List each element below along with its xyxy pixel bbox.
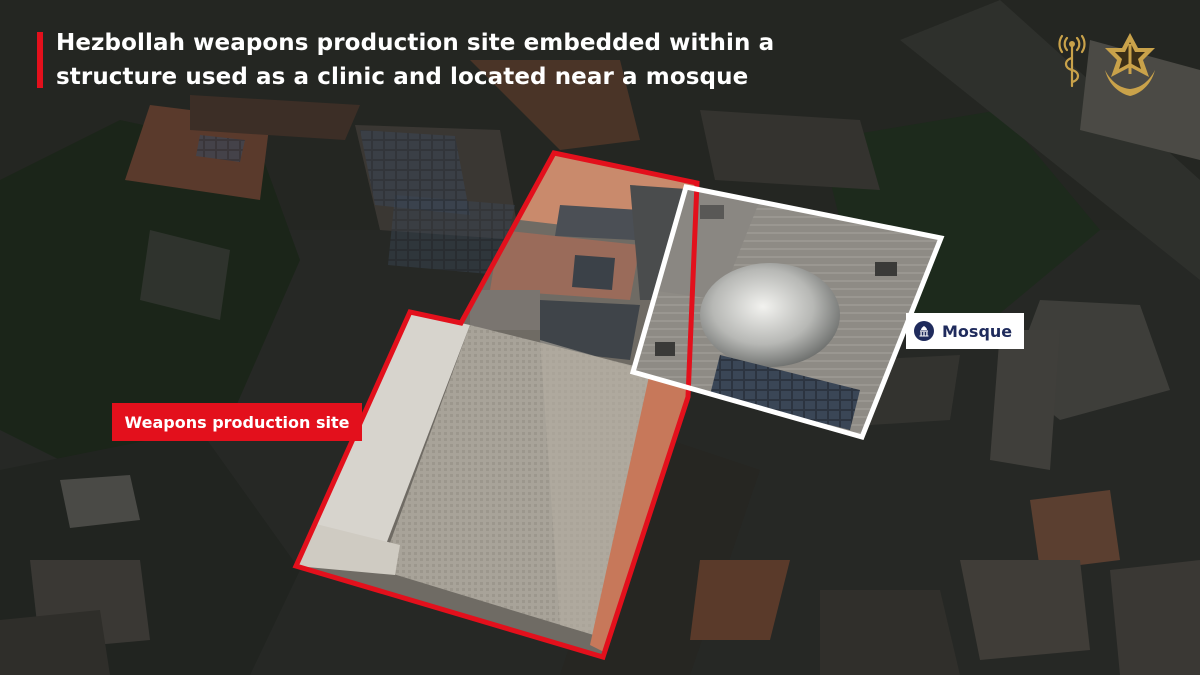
page-title: Hezbollah weapons production site embedd… xyxy=(56,30,775,90)
logos xyxy=(1050,30,1165,100)
mosque-label: Mosque xyxy=(906,313,1024,349)
weapons-site-label-text: Weapons production site xyxy=(124,412,350,432)
mosque-icon xyxy=(914,321,934,341)
aerial-map: Hezbollah weapons production site embedd… xyxy=(0,0,1200,675)
weapons-site-label: Weapons production site xyxy=(112,403,362,441)
title-accent-bar xyxy=(37,32,43,88)
mosque-label-text: Mosque xyxy=(942,321,1013,341)
idf-emblem-icon xyxy=(1105,33,1155,96)
